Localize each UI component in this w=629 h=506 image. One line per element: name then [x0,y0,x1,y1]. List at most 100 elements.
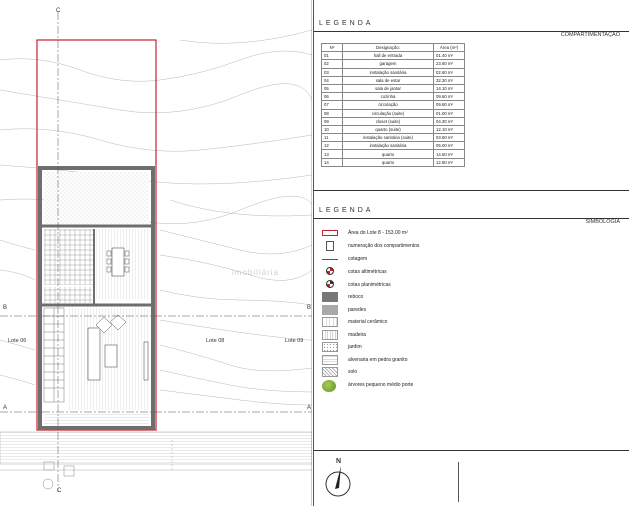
wood-swatch [322,330,338,340]
divider [458,462,459,502]
header-number: Nº [321,42,343,53]
lot-label-08: Lote 08 [206,338,225,344]
elevation-mark-icon [326,267,334,275]
legend-item-label: cotas altimétricas [348,269,387,275]
legend-item-label: numeração dos compartimentos [348,243,420,249]
table-row: 05 sala de jantar 14.10 m² [321,83,465,94]
row-designation: closet (suite) [342,116,434,126]
table-row: 13 quarto 14.50 m² [321,149,465,159]
table-row: 02 garagem 23.60 m² [321,59,465,69]
sideboard [143,341,149,381]
garden-swatch [322,342,338,352]
row-number: 03 [321,67,343,77]
row-designation: sala de jantar [342,83,434,94]
legend-item-label: paredes [348,307,367,313]
section-heading-symbols: SIMBOLOGIA [585,219,620,225]
north-label: N [336,458,342,465]
table-row: 08 circulação (suite) 01.00 m² [321,108,465,118]
table-row: 03 instalação sanitária 02.60 m² [321,67,465,77]
section-marker-c-top: C [56,8,61,14]
row-area: 23.60 m² [433,59,465,69]
row-area: 01.40 m² [433,51,465,61]
table-row: 04 sala de estar 32.30 m² [321,75,465,85]
row-area: 02.60 m² [433,67,465,77]
legend-item: solo [322,367,622,380]
tree-icon [322,380,336,392]
row-number: 06 [321,92,343,102]
row-number: 02 [321,59,343,69]
legend-item: jardim [322,342,622,355]
row-area: 01.00 m² [433,108,465,118]
legend-item: reboco [322,292,622,305]
row-area: 03.60 m² [433,133,465,143]
dimension-icon [322,259,338,260]
legend-item-label: madeira [348,332,367,338]
row-area: 12.80 m² [433,157,465,167]
rooms-table: Nº Designação: Área (m²) 01 hall de entra… [321,42,465,167]
row-area: 14.50 m² [433,149,465,159]
plan-mark-icon [326,280,334,288]
row-area: 14.10 m² [433,83,465,94]
section-marker-b-left: B [3,305,8,311]
row-number: 01 [321,51,343,61]
coffee-table [104,344,118,368]
row-number: 11 [321,133,343,143]
section-marker-c-bottom: C [57,488,62,494]
table-row: 14 quarto 12.80 m² [321,157,465,167]
utility-room [44,287,92,303]
staircase [43,307,65,403]
row-designation: quarto (suite) [342,124,434,135]
site-objects [42,461,75,490]
sofa [87,327,101,381]
row-number: 05 [321,83,343,94]
table-header-row: Nº Designação: Área (m²) [321,42,465,53]
soil-swatch [322,367,338,377]
lot-label-09: Lote 09 [285,338,304,344]
row-designation: instalação sanitária [342,67,434,77]
row-number: 14 [321,157,343,167]
paving-strip [0,431,312,465]
section-marker-a-right: A [307,405,312,411]
row-designation: hall de entrada [342,51,434,61]
section-marker-a-left: A [3,405,8,411]
row-designation: sala de estar [342,75,434,85]
site-plan-drawing [0,0,312,506]
table-row: 01 hall de entrada 01.40 m² [321,51,465,61]
legend-item-label: alvenaria em pedra granito [348,357,408,363]
legend-title-rooms: LEGENDA [319,20,374,27]
lot-boundary-icon [322,230,338,236]
walls-swatch [322,305,338,315]
row-designation: quarto [342,149,434,159]
row-area: 05.00 m² [433,141,465,151]
row-designation: circulação [342,100,434,110]
garden-area [44,172,149,224]
row-number: 08 [321,108,343,118]
legend-title-symbols: LEGENDA [319,207,374,214]
row-number: 07 [321,100,343,110]
row-designation: instalação sanitária [342,141,434,151]
watermark-text: imobiliária [232,268,280,277]
header-area: Área (m²) [433,42,465,53]
row-area: 09.60 m² [433,100,465,110]
row-number: 04 [321,75,343,85]
legend-item-label: solo [348,369,358,375]
table-row: 07 circulação 09.60 m² [321,100,465,110]
row-number: 09 [321,116,343,126]
legend-item-label: reboco [348,294,364,300]
granite-swatch [322,355,338,365]
row-area: 04.30 m² [433,116,465,126]
table-row: 09 closet (suite) 04.30 m² [321,116,465,126]
legend-item-label: jardim [348,344,362,350]
kitchen-area [44,229,94,285]
header-designation: Designação: [342,42,434,53]
row-number: 13 [321,149,343,159]
legend-item: árvores pequeno médio porte [322,380,622,393]
legend-item: cotas altimétricas [322,267,622,280]
legend-item: material cerâmico [322,317,622,330]
ceramic-swatch [322,317,338,327]
row-area: 09.60 m² [433,92,465,102]
row-designation: garagem [342,59,434,69]
row-designation: circulação (suite) [342,108,434,118]
table-row: 12 instalação sanitária 05.00 m² [321,141,465,151]
legend-item-label: cotas planimétricas [348,282,391,288]
